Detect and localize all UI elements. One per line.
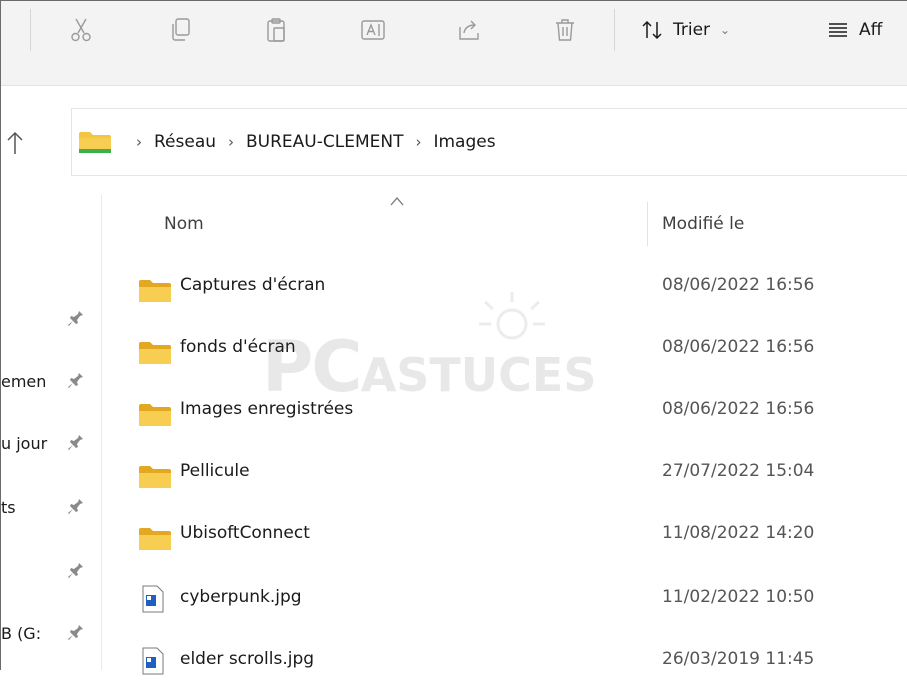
- list-item[interactable]: Captures d'écran 08/06/2022 16:56: [102, 263, 907, 313]
- column-header-name[interactable]: Nom: [164, 214, 204, 234]
- file-modified: 11/08/2022 14:20: [662, 523, 815, 543]
- pin-icon: [68, 499, 83, 514]
- file-name: Images enregistrées: [180, 399, 354, 419]
- toolbar-separator: [30, 9, 31, 51]
- paste-button[interactable]: [259, 11, 295, 49]
- file-modified: 08/06/2022 16:56: [662, 337, 815, 357]
- nav-item-label: B (G:: [1, 624, 42, 643]
- file-name: UbisoftConnect: [180, 523, 310, 543]
- chevron-right-icon: ›: [228, 133, 235, 151]
- chevron-down-icon: ⌄: [720, 23, 731, 37]
- nav-item[interactable]: emen: [1, 367, 101, 397]
- pin-icon: [68, 311, 83, 326]
- nav-item-label: ts: [1, 498, 16, 517]
- list-item[interactable]: UbisoftConnect 11/08/2022 14:20: [102, 511, 907, 561]
- list-item[interactable]: Images enregistrées 08/06/2022 16:56: [102, 387, 907, 437]
- list-item[interactable]: Pellicule 27/07/2022 15:04: [102, 449, 907, 499]
- pin-icon: [68, 625, 83, 640]
- pin-icon: [68, 373, 83, 388]
- view-button-label: Aff: [859, 20, 883, 40]
- scissors-icon: [71, 18, 91, 42]
- breadcrumb: › Réseau › BUREAU-CLEMENT › Images: [78, 109, 496, 175]
- file-name: fonds d'écran: [180, 337, 296, 357]
- rename-icon: [361, 20, 385, 40]
- breadcrumb-item[interactable]: Images: [433, 132, 495, 152]
- column-separator[interactable]: [647, 202, 648, 246]
- folder-icon: [139, 528, 171, 550]
- command-bar: Trier ⌄ Aff: [1, 1, 907, 86]
- pin-icon: [68, 563, 83, 578]
- sort-button[interactable]: Trier ⌄: [641, 15, 730, 45]
- sort-ascending-icon: [390, 197, 404, 206]
- navigation-pane: emen u jour ts B (G:: [1, 195, 102, 670]
- file-list: Nom Modifié le Captures d'écran 08/06/20…: [102, 190, 907, 675]
- copy-icon: [172, 18, 190, 41]
- file-name: Pellicule: [180, 461, 250, 481]
- nav-item[interactable]: u jour: [1, 429, 101, 459]
- sort-arrows-icon: [642, 20, 662, 40]
- nav-item[interactable]: B (G:: [1, 619, 101, 649]
- delete-button[interactable]: [547, 11, 583, 49]
- image-file-icon: [142, 647, 164, 675]
- nav-item-label: emen: [1, 372, 47, 391]
- address-row: › Réseau › BUREAU-CLEMENT › Images: [1, 86, 907, 192]
- share-button[interactable]: [451, 11, 487, 49]
- view-lines-icon: [829, 23, 847, 37]
- sort-button-label: Trier: [673, 20, 711, 40]
- file-modified: 27/07/2022 15:04: [662, 461, 815, 481]
- copy-button[interactable]: [163, 11, 199, 49]
- chevron-right-icon: ›: [136, 133, 142, 151]
- file-modified: 08/06/2022 16:56: [662, 399, 815, 419]
- nav-item[interactable]: [1, 557, 101, 587]
- nav-item[interactable]: [1, 305, 101, 335]
- address-bar[interactable]: › Réseau › BUREAU-CLEMENT › Images: [71, 108, 907, 176]
- image-file-icon: [142, 585, 164, 613]
- list-item[interactable]: fonds d'écran 08/06/2022 16:56: [102, 325, 907, 375]
- up-arrow-icon[interactable]: [5, 130, 25, 156]
- share-icon: [459, 20, 479, 40]
- nav-item[interactable]: ts: [1, 493, 101, 523]
- folder-icon: [139, 404, 171, 426]
- cut-button[interactable]: [63, 11, 99, 49]
- network-folder-icon: [79, 132, 111, 153]
- list-item[interactable]: cyberpunk.jpg 11/02/2022 10:50: [102, 575, 907, 625]
- breadcrumb-item[interactable]: Réseau: [154, 132, 216, 152]
- nav-item-label: u jour: [1, 434, 48, 453]
- file-name: Captures d'écran: [180, 275, 326, 295]
- folder-icon: [139, 342, 171, 364]
- toolbar-separator: [614, 9, 615, 51]
- folder-icon: [139, 280, 171, 302]
- column-header-modified[interactable]: Modifié le: [662, 214, 744, 234]
- file-modified: 26/03/2019 11:45: [662, 649, 815, 669]
- file-modified: 11/02/2022 10:50: [662, 587, 815, 607]
- file-name: cyberpunk.jpg: [180, 587, 302, 607]
- clipboard-icon: [267, 18, 285, 42]
- pin-icon: [68, 435, 83, 450]
- chevron-right-icon: ›: [415, 133, 422, 151]
- list-item[interactable]: elder scrolls.jpg 26/03/2019 11:45: [102, 637, 907, 687]
- file-name: elder scrolls.jpg: [180, 649, 315, 669]
- rename-button[interactable]: [355, 11, 391, 49]
- trash-icon: [556, 19, 574, 41]
- file-modified: 08/06/2022 16:56: [662, 275, 815, 295]
- view-button[interactable]: Aff: [827, 15, 882, 45]
- folder-icon: [139, 466, 171, 488]
- breadcrumb-item[interactable]: BUREAU-CLEMENT: [246, 132, 403, 152]
